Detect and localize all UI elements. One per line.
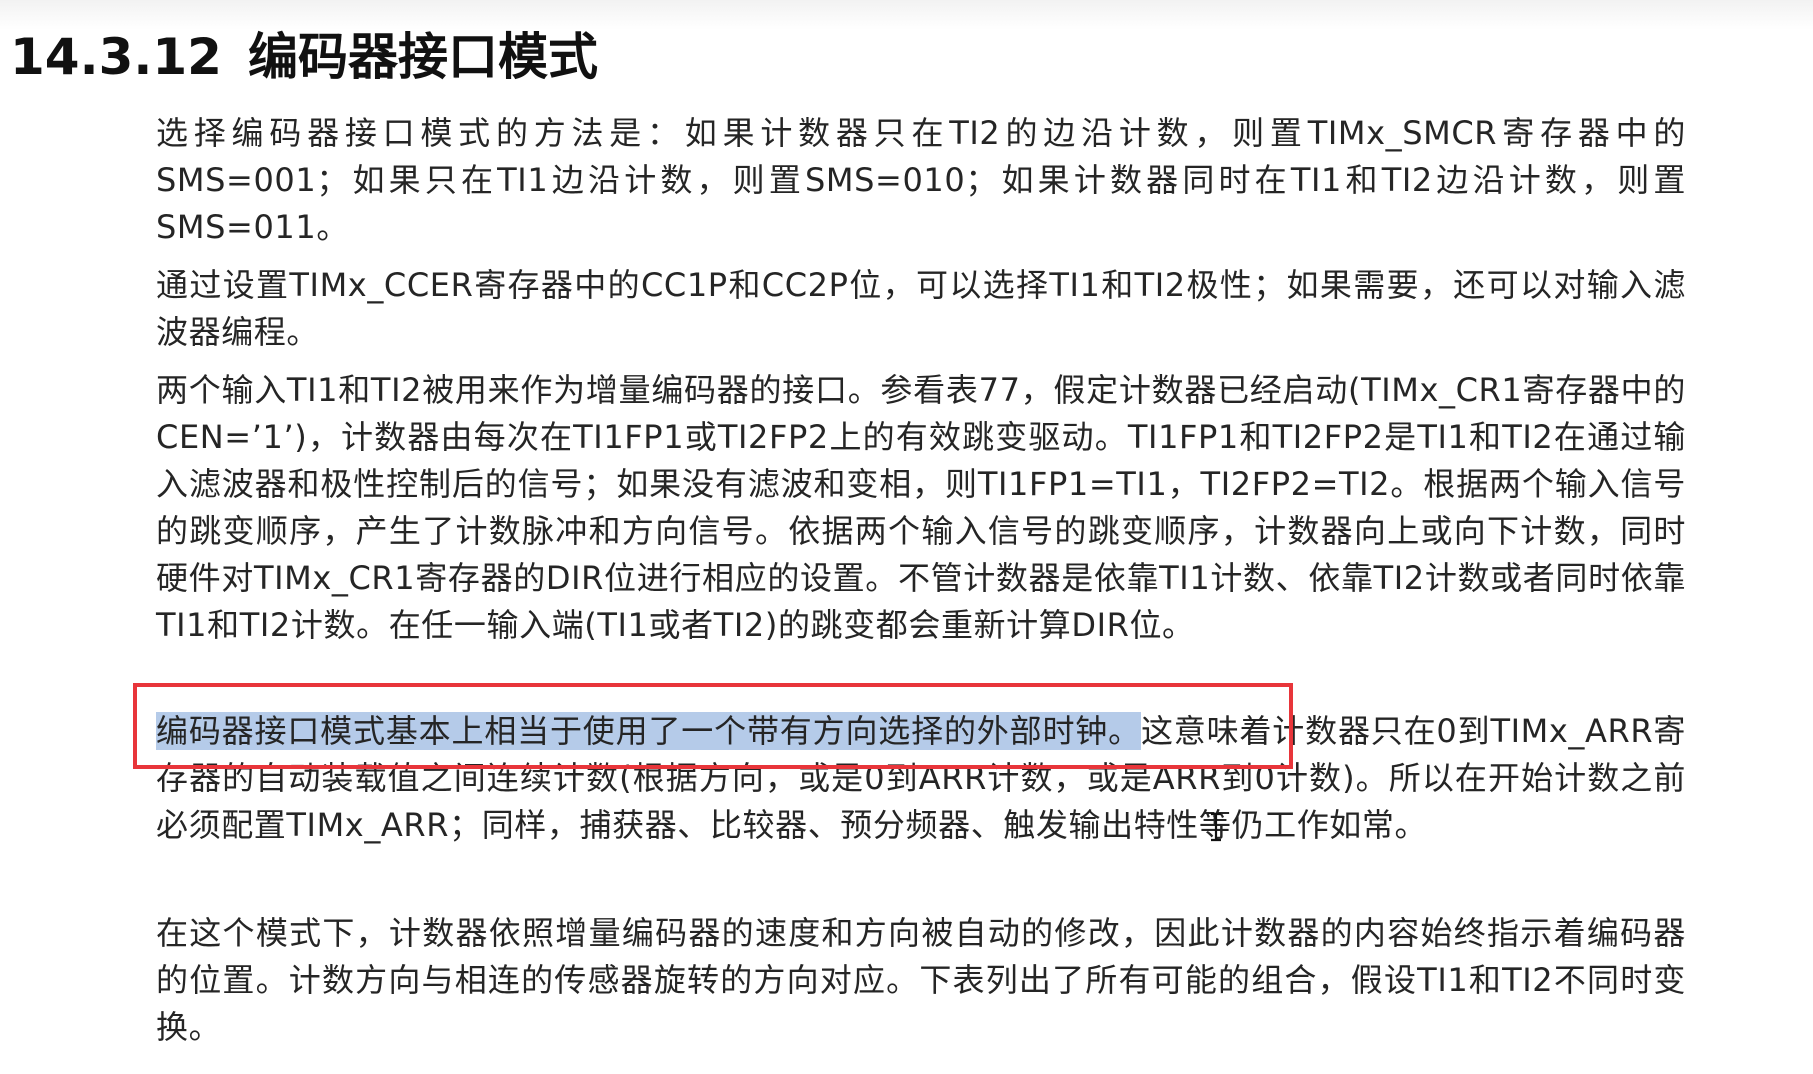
section-number: 14.3.12 (10, 28, 222, 86)
document-page: 14.3.12 编码器接口模式 选择编码器接口模式的方法是：如果计数器只在TI2的… (0, 0, 1813, 1074)
section-heading: 14.3.12 编码器接口模式 (10, 20, 598, 94)
paragraph-external-clock[interactable]: 编码器接口模式基本上相当于使用了一个带有方向选择的外部时钟。这意味着计数器只在0… (156, 708, 1686, 849)
highlighted-text-selection[interactable]: 编码器接口模式基本上相当于使用了一个带有方向选择的外部时钟。 (156, 712, 1141, 750)
paragraph-polarity: 通过设置TIMx_CCER寄存器中的CC1P和CC2P位，可以选择TI1和TI2… (156, 266, 1686, 351)
paragraph-mode-selection: 选择编码器接口模式的方法是：如果计数器只在TI2的边沿计数，则置TIMx_SMC… (156, 114, 1686, 246)
section-title-text: 编码器接口模式 (247, 28, 598, 86)
paragraph-position-tracking: 在这个模式下，计数器依照增量编码器的速度和方向被自动的修改，因此计数器的内容始终… (156, 914, 1686, 1046)
paragraph-inputs: 两个输入TI1和TI2被用来作为增量编码器的接口。参看表77，假定计数器已经启动… (156, 371, 1686, 644)
text-cursor-icon (1211, 812, 1221, 842)
